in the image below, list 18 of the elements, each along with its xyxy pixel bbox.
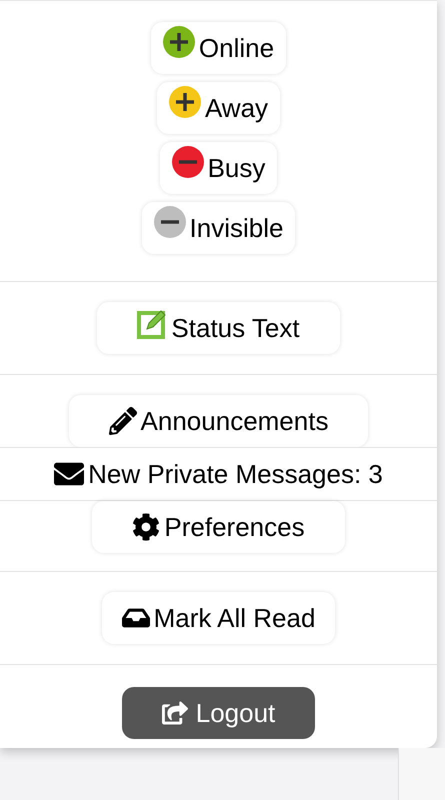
menu-button[interactable]: Announcements — [68, 395, 368, 447]
minus-circle-icon — [172, 146, 204, 178]
plus-circle-icon — [162, 26, 195, 58]
edit-icon — [137, 309, 168, 339]
logout-button[interactable]: Logout — [122, 687, 316, 739]
pencil-icon — [108, 407, 137, 435]
share-icon — [162, 700, 188, 726]
gear-icon — [132, 513, 160, 541]
menu-button[interactable]: Preferences — [92, 501, 345, 553]
private-messages-banner[interactable]: New Private Messages: 3 — [0, 447, 437, 501]
mark-all-read-button[interactable]: Mark All Read — [102, 592, 336, 644]
status-button[interactable]: Away — [156, 82, 280, 134]
plus-circle-icon — [168, 86, 201, 118]
status-button[interactable]: Busy — [160, 142, 278, 194]
minus-circle-icon — [154, 206, 186, 238]
status-button[interactable]: Invisible — [142, 202, 296, 254]
status-text-button[interactable]: Status Text — [97, 302, 340, 354]
status-button[interactable]: Online — [150, 22, 286, 74]
